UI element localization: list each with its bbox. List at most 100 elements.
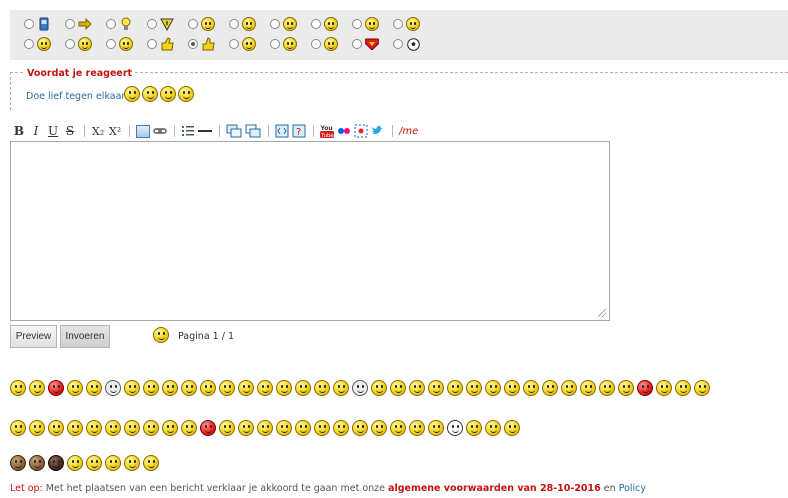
smiley-icon[interactable] bbox=[67, 420, 83, 436]
radio[interactable] bbox=[147, 39, 157, 49]
icon-option-thumbs-up[interactable] bbox=[188, 36, 229, 52]
beer-smiley-icon[interactable] bbox=[124, 455, 140, 471]
smiley-icon[interactable] bbox=[48, 420, 64, 436]
icon-option-lightbulb[interactable] bbox=[106, 16, 147, 32]
smiley-icon[interactable] bbox=[314, 420, 330, 436]
smiley-icon[interactable] bbox=[29, 380, 45, 396]
quote-button[interactable] bbox=[226, 123, 242, 139]
smiley-icon[interactable] bbox=[276, 420, 292, 436]
smiley-icon[interactable] bbox=[466, 380, 482, 396]
radio[interactable] bbox=[24, 19, 34, 29]
smiley-icon[interactable] bbox=[29, 420, 45, 436]
radio[interactable] bbox=[229, 19, 239, 29]
smiley-icon[interactable] bbox=[276, 380, 292, 396]
smiley-icon[interactable] bbox=[618, 380, 634, 396]
smiley-icon[interactable] bbox=[143, 420, 159, 436]
icon-option-cool[interactable] bbox=[229, 16, 270, 32]
icon-option-smile-2[interactable] bbox=[106, 36, 147, 52]
smiley-icon[interactable] bbox=[580, 380, 596, 396]
red-card-smiley-icon[interactable] bbox=[86, 455, 102, 471]
smiley-icon[interactable] bbox=[257, 420, 273, 436]
radio[interactable] bbox=[311, 19, 321, 29]
radio[interactable] bbox=[65, 19, 75, 29]
smiley-icon[interactable] bbox=[219, 420, 235, 436]
me-button[interactable]: /me bbox=[399, 123, 418, 139]
icon-option-superman[interactable] bbox=[352, 36, 393, 52]
link-button[interactable] bbox=[153, 123, 167, 139]
superscript-button[interactable]: X² bbox=[108, 123, 122, 139]
icon-option-warning[interactable] bbox=[147, 16, 188, 32]
terms-link[interactable]: algemene voorwaarden van 28-10-2016 bbox=[388, 483, 601, 494]
icon-option-grin[interactable] bbox=[352, 16, 393, 32]
radio[interactable] bbox=[352, 19, 362, 29]
smiley-icon[interactable] bbox=[409, 380, 425, 396]
smiley-icon[interactable] bbox=[29, 455, 45, 471]
smiley-icon[interactable] bbox=[124, 380, 140, 396]
radio[interactable] bbox=[393, 19, 403, 29]
smiley-icon[interactable] bbox=[67, 380, 83, 396]
radio-selected[interactable] bbox=[188, 39, 198, 49]
submit-button[interactable]: Invoeren bbox=[60, 325, 110, 348]
smiley-icon[interactable] bbox=[428, 380, 444, 396]
smiley-icon[interactable] bbox=[314, 380, 330, 396]
image-button[interactable] bbox=[136, 123, 150, 139]
smiley-icon[interactable] bbox=[219, 380, 235, 396]
radio[interactable] bbox=[311, 39, 321, 49]
smiley-icon[interactable] bbox=[504, 420, 520, 436]
smiley-icon[interactable] bbox=[124, 420, 140, 436]
smiley-icon[interactable] bbox=[105, 420, 121, 436]
smiley-icon[interactable] bbox=[333, 420, 349, 436]
twitter-button[interactable] bbox=[371, 123, 385, 139]
smiley-icon[interactable] bbox=[333, 380, 349, 396]
resize-handle[interactable] bbox=[598, 309, 606, 317]
smiley-icon[interactable] bbox=[48, 455, 64, 471]
smiley-icon[interactable] bbox=[675, 380, 691, 396]
smiley-icon[interactable] bbox=[295, 380, 311, 396]
smiley-icon[interactable] bbox=[485, 420, 501, 436]
smiley-icon[interactable] bbox=[86, 380, 102, 396]
smiley-icon[interactable] bbox=[181, 420, 197, 436]
smiley-icon[interactable] bbox=[504, 380, 520, 396]
smiley-icon[interactable] bbox=[466, 420, 482, 436]
subscript-button[interactable]: X₂ bbox=[91, 123, 105, 139]
help-button[interactable]: ? bbox=[292, 123, 306, 139]
radio[interactable] bbox=[188, 19, 198, 29]
smiley-icon[interactable] bbox=[162, 380, 178, 396]
preview-button[interactable]: Preview bbox=[10, 325, 57, 348]
icon-option-football[interactable] bbox=[393, 36, 434, 52]
radio[interactable] bbox=[270, 39, 280, 49]
spoiler-button[interactable] bbox=[245, 123, 261, 139]
smiley-icon[interactable] bbox=[181, 380, 197, 396]
icon-option-sunglasses[interactable] bbox=[393, 16, 434, 32]
smiley-icon[interactable] bbox=[485, 380, 501, 396]
icon-option-laugh[interactable] bbox=[24, 36, 65, 52]
smiley-icon[interactable] bbox=[352, 420, 368, 436]
icon-option-sad[interactable] bbox=[311, 16, 352, 32]
radio[interactable] bbox=[106, 19, 116, 29]
radio[interactable] bbox=[270, 19, 280, 29]
icon-option-blush[interactable] bbox=[311, 36, 352, 52]
smiley-icon[interactable] bbox=[295, 420, 311, 436]
cow-icon[interactable] bbox=[447, 420, 463, 436]
icon-option-thumbs[interactable] bbox=[147, 36, 188, 52]
devil-smiley-icon[interactable] bbox=[200, 420, 216, 436]
smiley-icon[interactable] bbox=[200, 380, 216, 396]
underline-button[interactable]: U bbox=[46, 123, 60, 139]
smiley-icon[interactable] bbox=[390, 380, 406, 396]
horizontal-rule-button[interactable] bbox=[198, 123, 212, 139]
smiley-icon[interactable] bbox=[143, 455, 159, 471]
smiley-icon[interactable] bbox=[599, 380, 615, 396]
smiley-icon[interactable] bbox=[428, 420, 444, 436]
dailymotion-button[interactable] bbox=[354, 123, 368, 139]
chick-icon[interactable] bbox=[656, 380, 672, 396]
smiley-icon[interactable] bbox=[409, 420, 425, 436]
icon-option-arrow[interactable] bbox=[65, 16, 106, 32]
angry-smiley-icon[interactable] bbox=[48, 380, 64, 396]
radio[interactable] bbox=[229, 39, 239, 49]
radio[interactable] bbox=[24, 39, 34, 49]
smiley-icon[interactable] bbox=[162, 420, 178, 436]
icon-option-neutral[interactable] bbox=[229, 36, 270, 52]
message-textarea[interactable] bbox=[10, 141, 610, 321]
icon-option-phone[interactable] bbox=[24, 16, 65, 32]
smiley-icon[interactable] bbox=[238, 420, 254, 436]
